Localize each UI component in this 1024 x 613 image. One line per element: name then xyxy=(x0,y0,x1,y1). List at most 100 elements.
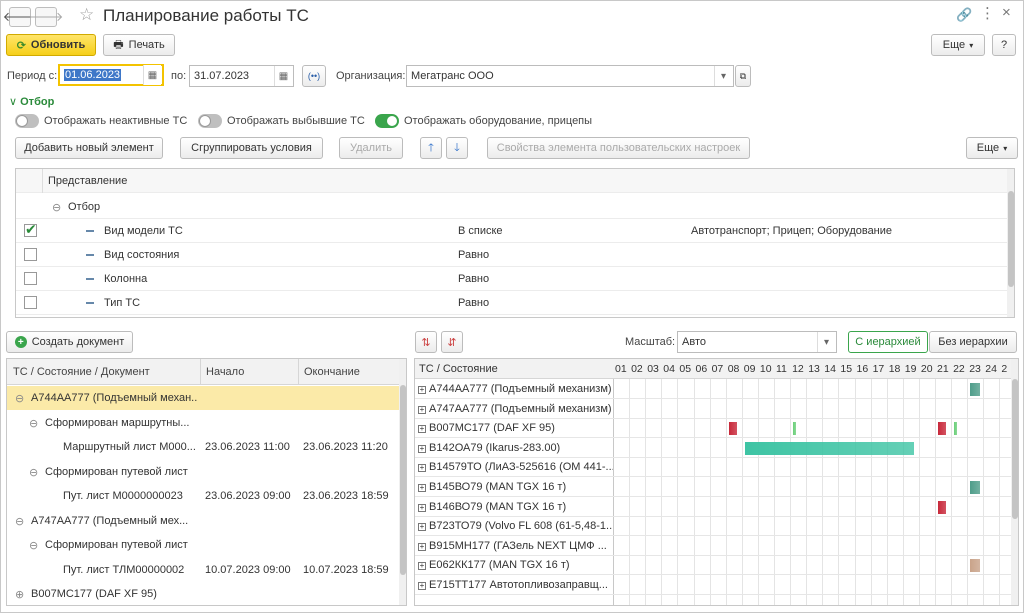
expand-icon[interactable]: + xyxy=(418,444,426,453)
gantt-bar[interactable] xyxy=(728,422,737,436)
sort-asc-button[interactable]: ⇅ xyxy=(415,331,437,353)
tree-row[interactable]: ⊕ В007МС177 (DAF XF 95) xyxy=(7,582,399,605)
tree-row[interactable]: Пут. лист М0000000023 23.06.2023 09:00 23.… xyxy=(7,484,399,508)
expand-icon[interactable]: + xyxy=(418,386,426,394)
expand-collapse-icon[interactable]: ⊕ xyxy=(15,588,24,601)
favorite-star-icon[interactable]: ☆ xyxy=(79,5,94,25)
gantt-row[interactable]: + Е062КК177 (MAN TGX 16 т) xyxy=(415,556,1011,576)
more-button[interactable]: Еще ▾ xyxy=(931,34,985,56)
sort-desc-button[interactable]: ⇵ xyxy=(441,331,463,353)
filter-row-checkbox[interactable] xyxy=(24,248,37,261)
open-org-button[interactable]: ⧉ xyxy=(735,65,751,87)
gantt-row[interactable]: + В14579ТО (ЛиАЗ-525616 (ОМ 441-... xyxy=(415,458,1011,478)
toggle-equipment[interactable] xyxy=(375,114,399,128)
filter-row-checkbox[interactable] xyxy=(24,296,37,309)
close-icon[interactable]: × xyxy=(1002,4,1011,21)
filter-root-row[interactable]: ⊖ Отбор xyxy=(16,195,1008,219)
group-conditions-button[interactable]: Сгруппировать условия xyxy=(180,137,323,159)
create-document-button[interactable]: + Создать документ xyxy=(6,331,133,353)
without-hierarchy-button[interactable]: Без иерархии xyxy=(929,331,1017,353)
expand-collapse-icon[interactable]: ⊖ xyxy=(15,392,24,405)
expand-icon[interactable]: + xyxy=(418,484,426,492)
toggle-equipment-label: Отображать оборудование, прицепы xyxy=(404,115,593,127)
expand-icon[interactable]: + xyxy=(418,425,426,434)
expand-collapse-icon[interactable]: ⊖ xyxy=(29,539,38,552)
add-element-button[interactable]: Добавить новый элемент xyxy=(15,137,163,159)
gantt-row[interactable]: + Е715ТТ177 Автотопливозаправщ... xyxy=(415,576,1011,595)
expand-icon[interactable]: + xyxy=(418,503,426,512)
refresh-button[interactable]: ⟳ Обновить xyxy=(6,34,96,56)
expand-icon[interactable]: + xyxy=(418,464,426,473)
more-vertical-icon[interactable]: ⋮ xyxy=(980,4,995,22)
gantt-row[interactable]: + В145ВО79 (MAN TGX 16 т) xyxy=(415,478,1011,497)
expand-collapse-icon[interactable]: ⊖ xyxy=(15,515,24,528)
move-down-button[interactable]: 🡓 xyxy=(446,137,468,159)
element-properties-button[interactable]: Свойства элемента пользовательских настр… xyxy=(487,137,750,159)
filter-row[interactable]: Колонна Равно xyxy=(16,267,1008,291)
tree-row[interactable]: ⊖ Сформирован маршрутны... xyxy=(7,411,399,435)
toggle-inactive[interactable] xyxy=(15,114,39,128)
filter-row[interactable]: Вид состояния Равно xyxy=(16,243,1008,267)
help-button[interactable]: ? xyxy=(992,34,1016,56)
expand-icon[interactable]: + xyxy=(418,562,426,571)
gantt-row-label: + В723ТО79 (Volvo FL 608 (61-5,48-1... xyxy=(418,520,613,533)
gantt-bar[interactable] xyxy=(793,422,797,436)
gantt-day-label: 08 xyxy=(727,363,740,375)
expand-collapse-icon[interactable]: ⊖ xyxy=(29,466,38,479)
calendar-icon[interactable]: ▦ xyxy=(143,65,161,85)
gantt-row[interactable]: + В146ВО79 (MAN TGX 16 т) xyxy=(415,498,1011,517)
chevron-down-icon[interactable]: ▾ xyxy=(817,332,835,352)
tree-row[interactable]: ⊖ А747АА777 (Подъемный мех... xyxy=(7,509,399,533)
forward-button[interactable]: 🡒 xyxy=(29,7,63,27)
period-select-button[interactable]: (••) xyxy=(302,65,326,87)
tree-row-start: 10.07.2023 09:00 xyxy=(205,563,291,576)
gantt-day-label: 22 xyxy=(953,363,965,375)
toggle-retired[interactable] xyxy=(198,114,222,128)
gantt-bar[interactable] xyxy=(954,422,958,436)
gantt-day-label: 01 xyxy=(615,363,627,375)
filter-more-button[interactable]: Еще ▾ xyxy=(966,137,1018,159)
tree-row[interactable]: ⊖ Сформирован путевой лист xyxy=(7,533,399,557)
gantt-bar[interactable] xyxy=(970,481,980,494)
gantt-bar[interactable] xyxy=(970,559,980,573)
gantt-row[interactable]: + В915МН177 (ГАЗель NEXT ЦМФ ... xyxy=(415,537,1011,556)
delete-button[interactable]: Удалить xyxy=(339,137,403,159)
expand-icon[interactable]: + xyxy=(418,582,426,590)
expand-icon[interactable]: + xyxy=(418,523,426,532)
filter-scrollbar[interactable] xyxy=(1007,169,1014,317)
with-hierarchy-button[interactable]: С иерархией xyxy=(848,331,928,353)
gantt-row[interactable]: + В142ОА79 (Ikarus-283.00) xyxy=(415,439,1011,458)
tree-row[interactable]: Пут. лист ТЛМ00000002 10.07.2023 09:00 10.… xyxy=(7,558,399,582)
org-input[interactable]: Мегатранс ООО xyxy=(406,65,734,87)
tree-scrollbar[interactable] xyxy=(399,359,406,605)
collapse-icon[interactable]: ⊖ xyxy=(52,201,61,214)
gantt-row[interactable]: + А744АА777 (Подъемный механизм) xyxy=(415,380,1011,399)
gantt-bar[interactable] xyxy=(938,422,947,436)
gantt-row[interactable]: + В007МС177 (DAF XF 95) xyxy=(415,419,1011,439)
expand-collapse-icon[interactable]: ⊖ xyxy=(29,417,38,430)
tree-row[interactable]: ⊖ Сформирован путевой лист xyxy=(7,460,399,484)
gantt-row[interactable]: + А747АА777 (Подъемный механизм) xyxy=(415,400,1011,419)
chevron-down-icon[interactable]: ▾ xyxy=(714,66,732,86)
gantt-bar[interactable] xyxy=(744,441,914,455)
filter-collapse-toggle[interactable]: ∨ Отбор xyxy=(9,95,54,108)
refresh-icon: ⟳ xyxy=(16,39,26,52)
tree-row[interactable]: ⊖ А744АА777 (Подъемный механ... xyxy=(7,386,399,410)
filter-row-checkbox[interactable] xyxy=(24,221,37,238)
gantt-bar[interactable] xyxy=(970,383,980,396)
print-button[interactable]: 🖶 Печать xyxy=(103,34,175,56)
calendar-icon[interactable]: ▦ xyxy=(274,66,292,86)
scale-select[interactable]: Авто xyxy=(677,331,837,353)
gantt-row[interactable]: + В723ТО79 (Volvo FL 608 (61-5,48-1... xyxy=(415,517,1011,537)
expand-icon[interactable]: + xyxy=(418,405,426,414)
expand-icon[interactable]: + xyxy=(418,542,426,551)
link-icon[interactable]: 🔗 xyxy=(956,7,972,23)
tree-row[interactable]: Маршрутный лист М000... 23.06.2023 11:00 2… xyxy=(7,435,399,459)
gantt-row-label: + В142ОА79 (Ikarus-283.00) xyxy=(418,441,561,454)
filter-row[interactable]: Тип ТС Равно xyxy=(16,291,1008,315)
move-up-button[interactable]: 🡑 xyxy=(420,137,442,159)
filter-row-checkbox[interactable] xyxy=(24,272,37,285)
gantt-scrollbar[interactable] xyxy=(1011,359,1018,605)
gantt-bar[interactable] xyxy=(938,500,947,514)
filter-row[interactable]: Вид модели ТС В списке Автотранспорт; Приц… xyxy=(16,219,1008,243)
